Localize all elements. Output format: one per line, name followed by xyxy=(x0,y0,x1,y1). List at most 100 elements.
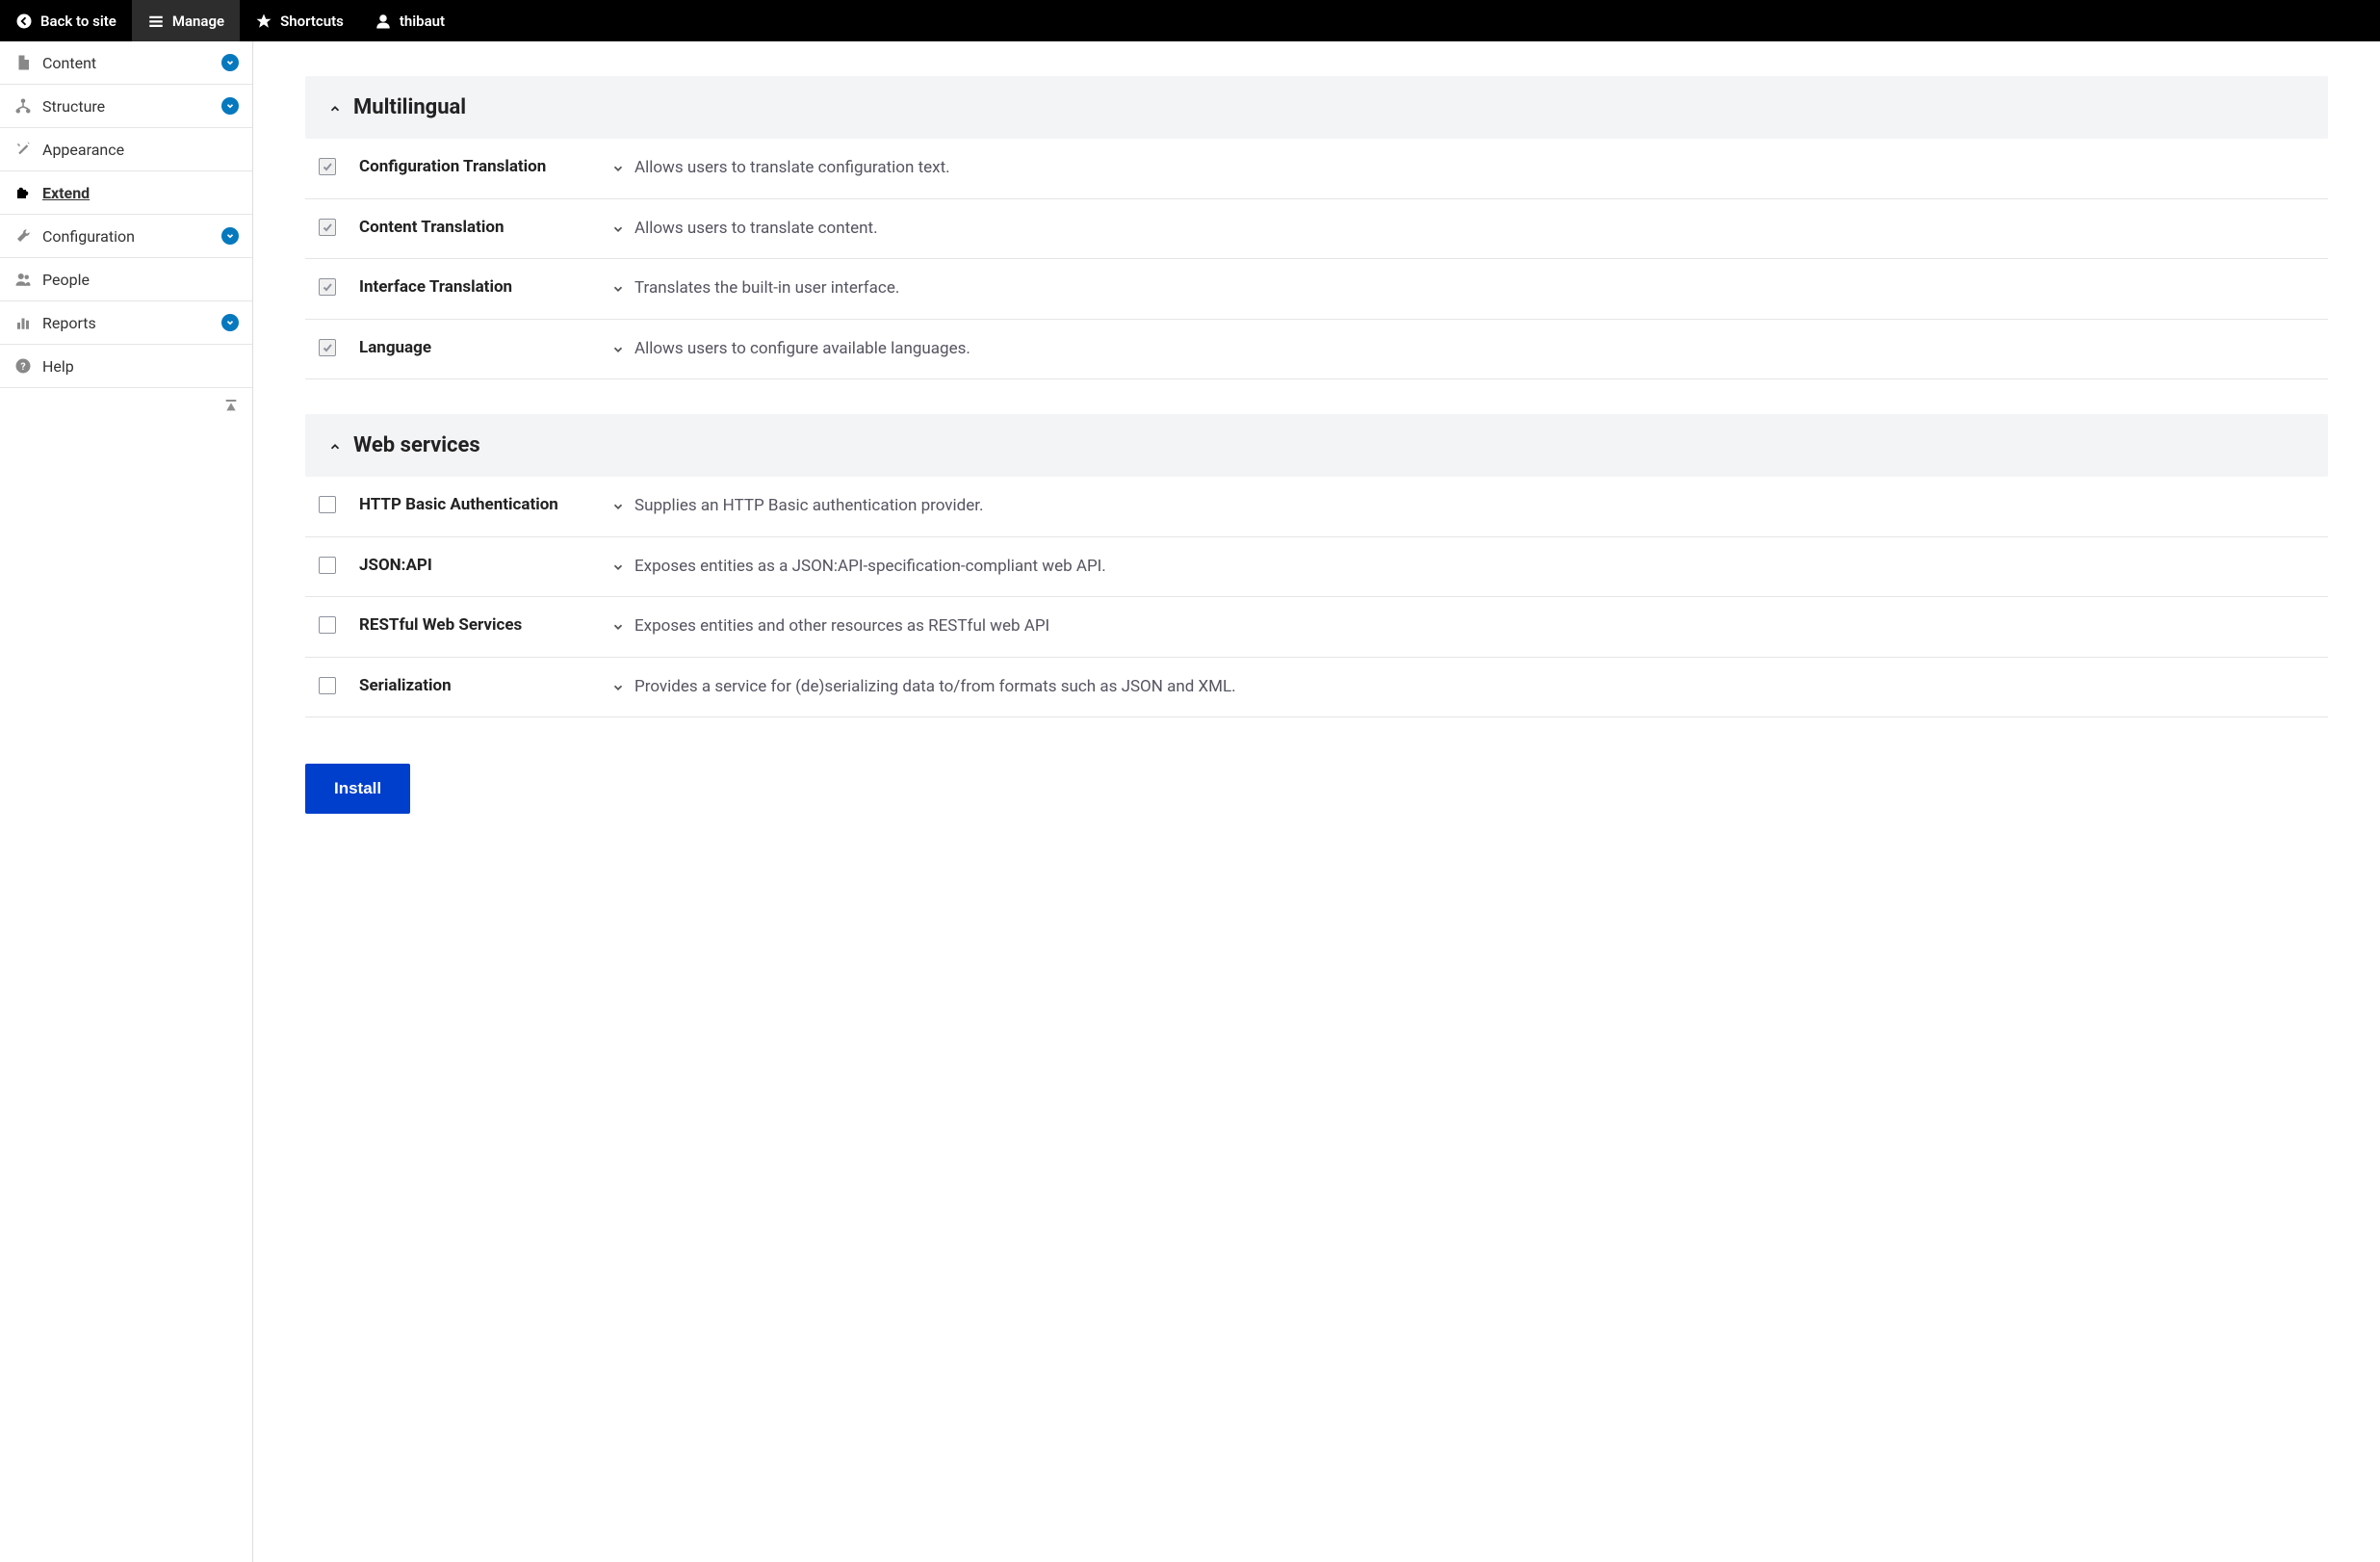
section-header-multilingual[interactable]: Multilingual xyxy=(305,76,2328,139)
module-description-wrap: Translates the built-in user interface. xyxy=(611,276,2315,301)
module-description-wrap: Supplies an HTTP Basic authentication pr… xyxy=(611,494,2315,519)
module-checkbox xyxy=(319,158,336,175)
module-description: Exposes entities as a JSON:API-specifica… xyxy=(634,555,1106,580)
back-icon xyxy=(15,13,33,30)
sidebar-item-label: Extend xyxy=(42,184,90,202)
module-checkbox[interactable] xyxy=(319,616,336,634)
star-icon xyxy=(255,13,272,30)
chevron-down-icon[interactable] xyxy=(611,619,625,633)
sidebar-item-content[interactable]: Content xyxy=(0,41,252,85)
chevron-down-icon[interactable] xyxy=(221,97,239,115)
chevron-up-icon xyxy=(328,439,342,453)
puzzle-icon xyxy=(13,183,33,202)
sidebar-item-reports[interactable]: Reports xyxy=(0,301,252,345)
section-header-web-services[interactable]: Web services xyxy=(305,414,2328,477)
chevron-down-icon[interactable] xyxy=(611,560,625,573)
module-checkbox xyxy=(319,219,336,236)
chevron-down-icon[interactable] xyxy=(611,342,625,355)
module-description: Allows users to configure available lang… xyxy=(634,337,970,362)
chevron-down-icon[interactable] xyxy=(611,161,625,174)
bars-icon xyxy=(13,313,33,332)
hierarchy-icon xyxy=(13,96,33,116)
sidebar-item-label: Configuration xyxy=(42,227,135,246)
topbar: Back to site Manage Shortcuts thibaut xyxy=(0,0,2380,41)
module-description: Allows users to translate configuration … xyxy=(634,156,950,181)
module-description-wrap: Exposes entities and other resources as … xyxy=(611,614,2315,639)
module-checkbox[interactable] xyxy=(319,677,336,694)
back-to-site-label: Back to site xyxy=(40,13,116,30)
module-description-wrap: Allows users to configure available lang… xyxy=(611,337,2315,362)
module-checkbox xyxy=(319,339,336,356)
module-name: RESTful Web Services xyxy=(359,614,590,638)
sidebar-item-configuration[interactable]: Configuration xyxy=(0,215,252,258)
file-icon xyxy=(13,53,33,72)
back-to-site-button[interactable]: Back to site xyxy=(0,0,132,41)
sidebar-item-people[interactable]: People xyxy=(0,258,252,301)
chevron-down-icon[interactable] xyxy=(611,281,625,295)
chevron-down-icon[interactable] xyxy=(221,227,239,245)
wrench-icon xyxy=(13,226,33,246)
chevron-up-icon xyxy=(328,101,342,115)
module-name: Serialization xyxy=(359,675,590,698)
module-name: JSON:API xyxy=(359,555,590,578)
module-name: Content Translation xyxy=(359,217,590,240)
module-row: HTTP Basic Authentication Supplies an HTT… xyxy=(305,477,2328,537)
module-name: Configuration Translation xyxy=(359,156,590,179)
main-content: Multilingual Configuration Translation All… xyxy=(253,41,2380,1562)
module-description-wrap: Provides a service for (de)serializing d… xyxy=(611,675,2315,700)
wand-icon xyxy=(13,140,33,159)
module-description-wrap: Exposes entities as a JSON:API-specifica… xyxy=(611,555,2315,580)
module-name: Interface Translation xyxy=(359,276,590,299)
chevron-down-icon[interactable] xyxy=(611,680,625,693)
sidebar-item-appearance[interactable]: Appearance xyxy=(0,128,252,171)
user-button[interactable]: thibaut xyxy=(359,0,460,41)
chevron-down-icon[interactable] xyxy=(221,54,239,71)
sidebar-item-label: Content xyxy=(42,54,96,72)
svg-text:?: ? xyxy=(20,360,25,373)
user-icon xyxy=(375,13,392,30)
module-row: Serialization Provides a service for (de)… xyxy=(305,658,2328,718)
sidebar-item-label: People xyxy=(42,271,90,289)
sidebar: Content Structure Appearance Extend Configur… xyxy=(0,41,253,1562)
module-name: HTTP Basic Authentication xyxy=(359,494,590,517)
help-icon: ? xyxy=(13,356,33,376)
shortcuts-label: Shortcuts xyxy=(280,13,344,30)
module-checkbox xyxy=(319,278,336,296)
hamburger-icon xyxy=(147,13,165,30)
collapse-icon xyxy=(223,398,239,413)
module-checkbox[interactable] xyxy=(319,557,336,574)
module-description: Supplies an HTTP Basic authentication pr… xyxy=(634,494,983,519)
module-description: Allows users to translate content. xyxy=(634,217,878,242)
people-icon xyxy=(13,270,33,289)
sidebar-item-label: Structure xyxy=(42,97,105,116)
sidebar-item-label: Reports xyxy=(42,314,96,332)
module-checkbox[interactable] xyxy=(319,496,336,513)
module-name: Language xyxy=(359,337,590,360)
install-button[interactable]: Install xyxy=(305,764,410,814)
module-description: Translates the built-in user interface. xyxy=(634,276,899,301)
chevron-down-icon[interactable] xyxy=(221,314,239,331)
module-row: Interface Translation Translates the buil… xyxy=(305,259,2328,320)
sidebar-item-label: Help xyxy=(42,357,74,376)
chevron-down-icon[interactable] xyxy=(611,499,625,512)
module-row: RESTful Web Services Exposes entities and… xyxy=(305,597,2328,658)
sidebar-collapse-button[interactable] xyxy=(0,388,252,423)
manage-button[interactable]: Manage xyxy=(132,0,240,41)
module-description: Provides a service for (de)serializing d… xyxy=(634,675,1236,700)
sidebar-item-extend[interactable]: Extend xyxy=(0,171,252,215)
module-row: JSON:API Exposes entities as a JSON:API-s… xyxy=(305,537,2328,598)
user-label: thibaut xyxy=(400,13,445,30)
module-row: Configuration Translation Allows users to… xyxy=(305,139,2328,199)
module-row: Language Allows users to configure availa… xyxy=(305,320,2328,380)
sidebar-item-help[interactable]: ? Help xyxy=(0,345,252,388)
shortcuts-button[interactable]: Shortcuts xyxy=(240,0,359,41)
section-title: Multilingual xyxy=(353,95,466,119)
sidebar-item-structure[interactable]: Structure xyxy=(0,85,252,128)
module-description-wrap: Allows users to translate configuration … xyxy=(611,156,2315,181)
module-description: Exposes entities and other resources as … xyxy=(634,614,1049,639)
manage-label: Manage xyxy=(172,13,224,30)
module-row: Content Translation Allows users to trans… xyxy=(305,199,2328,260)
module-description-wrap: Allows users to translate content. xyxy=(611,217,2315,242)
chevron-down-icon[interactable] xyxy=(611,221,625,235)
sidebar-item-label: Appearance xyxy=(42,141,124,159)
